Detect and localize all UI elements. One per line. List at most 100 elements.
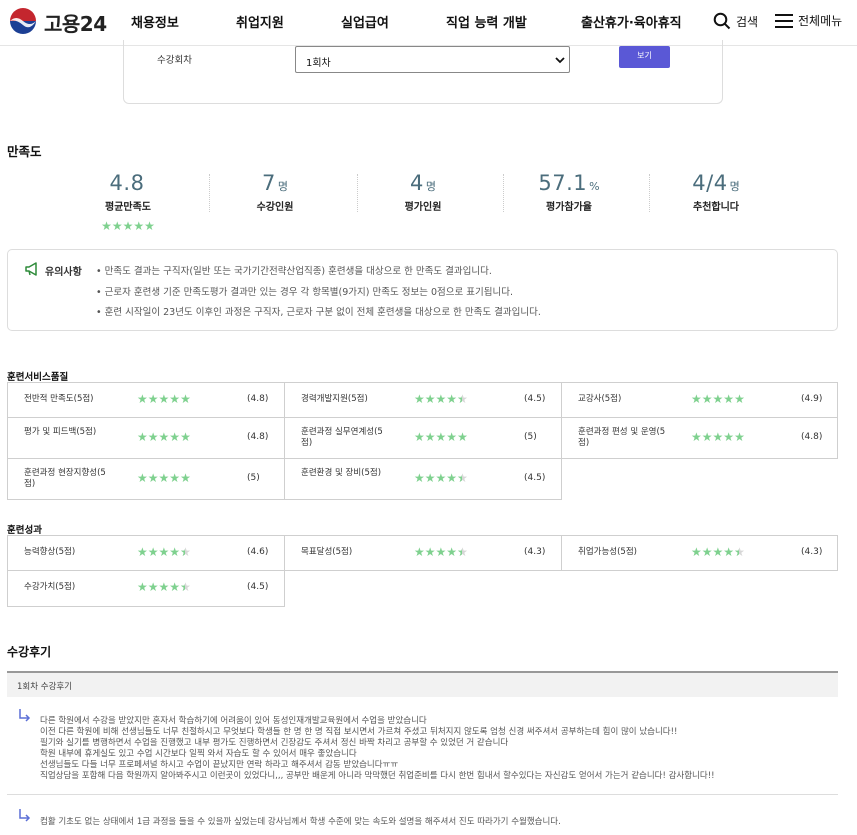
divider xyxy=(503,174,504,212)
star-icon: ★ xyxy=(701,545,713,559)
review-line: 학원 내부에 휴게실도 있고 수업 시간보다 일찍 와서 자습도 할 수 있어서… xyxy=(40,749,357,759)
star-icon: ★ xyxy=(435,392,447,406)
notice-box: 유의사항 • 만족도 결과는 구직자(일반 또는 국가기간전략산업직종) 훈련생… xyxy=(7,249,838,331)
star-icon: ★ xyxy=(435,545,447,559)
review-line: 다른 학원에서 수강을 받았지만 혼자서 학습하기에 어려움이 있어 동성인재개… xyxy=(40,716,427,726)
star-icon: ★ xyxy=(180,392,191,406)
outcomes-table: 능력향상(5점)★★★★★★(4.6)목표달성(5점)★★★★★★(4.3)취업… xyxy=(7,535,838,607)
star-icon: ★ xyxy=(424,430,436,444)
notice-line: • 근로자 훈련생 기준 만족도평가 결과만 있는 경우 각 항목별(9가지) … xyxy=(96,287,513,298)
reply-arrow-icon xyxy=(19,709,31,722)
star-icon: ★ xyxy=(424,545,436,559)
rating-cell: 경력개발지원(5점)★★★★★★(4.5) xyxy=(284,382,562,418)
star-icon: ★ xyxy=(101,219,112,233)
nav-item-vocational-training[interactable]: 직업 능력 개발 xyxy=(446,12,527,31)
rating-value: (4.6) xyxy=(247,547,269,557)
stat-participation-rate: 57.1% 평가참가율 xyxy=(514,171,624,213)
rating-value: (4.3) xyxy=(524,547,546,557)
search-button[interactable]: 검색 xyxy=(713,12,758,30)
star-icon: ★ xyxy=(446,471,458,485)
star-icon: ★ xyxy=(414,545,425,559)
stat-unit: 명 xyxy=(425,180,436,193)
rating-stars: ★★★★★ xyxy=(137,430,191,444)
review-line: 선생님들도 다들 너무 프로페셔널 하시고 수업이 끝났지만 연락 하라고 해주… xyxy=(40,760,399,770)
logo-emblem-icon[interactable] xyxy=(8,6,38,36)
stat-average-satisfaction: 4.8 평균만족도 ★★★★★ xyxy=(73,171,183,233)
rating-label: 목표달성(5점) xyxy=(301,547,353,557)
review-round-label: 1회차 수강후기 xyxy=(17,682,73,692)
rating-label: 훈련환경 및 장비(5점) xyxy=(301,468,382,478)
stat-value: 4 xyxy=(410,171,424,195)
megaphone-icon xyxy=(25,262,37,276)
star-icon: ★ xyxy=(169,580,181,594)
rating-value: (4.8) xyxy=(247,432,269,442)
star-icon: ★ xyxy=(446,545,458,559)
star-icon: ★ xyxy=(158,430,170,444)
half-star-icon: ★★ xyxy=(457,545,468,559)
hamburger-menu-icon xyxy=(775,13,793,28)
reviews-title: 수강후기 xyxy=(7,645,52,659)
nav-item-unemployment-benefits[interactable]: 실업급여 xyxy=(341,12,389,31)
star-icon: ★ xyxy=(712,430,724,444)
star-icon: ★ xyxy=(147,580,159,594)
rating-cell: 훈련과정 편성 및 운영(5점) ★★★★★ (4.8) xyxy=(561,417,838,459)
rating-stars: ★★★★★★ xyxy=(414,471,468,485)
star-icon: ★ xyxy=(446,392,458,406)
stat-label: 평가인원 xyxy=(404,202,442,213)
star-icon: ★ xyxy=(137,392,148,406)
star-icon: ★ xyxy=(169,430,181,444)
rating-cell: 수강가치(5점)★★★★★★(4.5) xyxy=(7,570,285,607)
search-icon xyxy=(713,12,731,30)
chevron-down-icon xyxy=(555,57,565,64)
stat-enrolled: 7명 수강인원 xyxy=(220,171,330,213)
half-star-icon: ★★ xyxy=(457,392,468,406)
rating-value: (5) xyxy=(524,432,537,442)
logo-text[interactable]: 고용24 xyxy=(44,8,107,37)
review-item: 다른 학원에서 수강을 받았지만 혼자서 학습하기에 어려움이 있어 동성인재개… xyxy=(7,697,838,795)
star-icon: ★ xyxy=(701,430,713,444)
nav-item-jobs[interactable]: 채용정보 xyxy=(131,12,179,31)
star-icon: ★ xyxy=(158,545,170,559)
star-icon: ★ xyxy=(144,219,155,233)
star-icon: ★ xyxy=(691,430,702,444)
nav-item-employment-support[interactable]: 취업지원 xyxy=(236,12,284,31)
stat-label: 수강인원 xyxy=(256,202,294,213)
star-icon: ★ xyxy=(158,392,170,406)
review-line: 컴활 기초도 없는 상태에서 1급 과정을 들을 수 있을까 싶었는데 강사님께… xyxy=(40,817,561,827)
half-star-icon: ★★ xyxy=(457,471,468,485)
star-icon: ★ xyxy=(712,392,724,406)
rating-value: (4.5) xyxy=(247,582,269,592)
stat-unit: % xyxy=(589,180,600,193)
stat-label: 추천합니다 xyxy=(693,202,739,213)
rating-stars: ★★★★★ xyxy=(414,430,468,444)
star-icon: ★ xyxy=(691,545,702,559)
star-icon: ★ xyxy=(424,471,436,485)
star-icon: ★ xyxy=(180,471,191,485)
rating-label: 훈련과정 실무연계성(5점) xyxy=(301,427,383,448)
course-round-select[interactable]: 1회차 xyxy=(295,46,570,73)
half-star-icon: ★★ xyxy=(734,545,745,559)
star-icon: ★ xyxy=(691,392,702,406)
rating-value: (4.3) xyxy=(801,547,823,557)
all-menu-button[interactable]: 전체메뉴 xyxy=(775,12,842,29)
star-icon: ★ xyxy=(414,430,425,444)
notice-line: • 훈련 시작일이 23년도 이후인 과정은 구직자, 근로자 구분 없이 전체… xyxy=(96,307,541,318)
star-icon: ★ xyxy=(723,430,735,444)
star-icon: ★ xyxy=(133,219,145,233)
star-icon: ★ xyxy=(414,471,425,485)
rating-cell: 평가 및 피드백(5점) ★★★★★ (4.8) xyxy=(7,417,285,459)
rating-cell: 훈련과정 실무연계성(5점) ★★★★★ (5) xyxy=(284,417,562,459)
search-label: 검색 xyxy=(736,14,759,29)
rating-value: (4.8) xyxy=(801,432,823,442)
rating-label: 전반적 만족도(5점) xyxy=(24,394,94,404)
view-button[interactable]: 보기 xyxy=(619,46,670,68)
divider xyxy=(649,174,650,212)
star-icon: ★ xyxy=(158,471,170,485)
star-icon: ★ xyxy=(446,430,458,444)
star-icon: ★ xyxy=(169,545,181,559)
rating-cell: 교강사(5점) ★★★★★ (4.9) xyxy=(561,382,838,418)
rating-value: (4.5) xyxy=(524,394,546,404)
nav-item-parental-leave[interactable]: 출산휴가·육아휴직 xyxy=(581,12,682,31)
rating-label: 경력개발지원(5점) xyxy=(301,394,368,404)
star-icon: ★ xyxy=(147,471,159,485)
